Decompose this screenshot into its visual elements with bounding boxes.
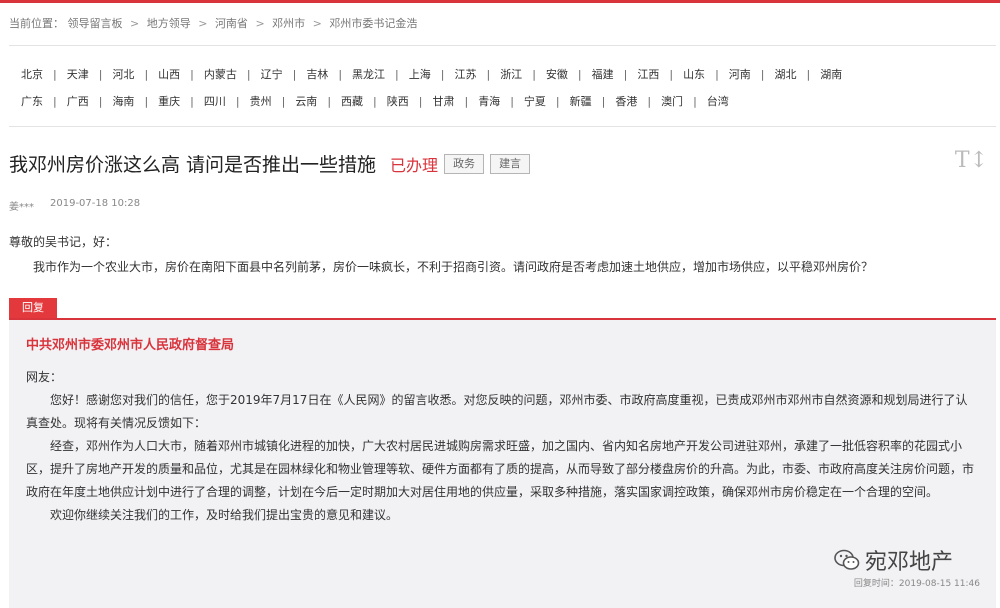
breadcrumb-item-leader-board[interactable]: 领导留言板	[68, 17, 123, 30]
message-author: 姜***	[9, 202, 34, 213]
breadcrumb-item-dengzhou[interactable]: 邓州市	[272, 17, 305, 30]
province-link[interactable]: 河南	[719, 66, 761, 82]
province-link[interactable]: 广东	[13, 93, 53, 109]
province-link[interactable]: 辽宁	[251, 66, 293, 82]
province-link[interactable]: 澳门	[651, 93, 693, 109]
watermark: 宛邓地产	[833, 544, 953, 576]
message-body: 我市作为一个农业大市，房价在南阳下面县中名列前茅，房价一味疯长，不利于招商引资。…	[33, 260, 874, 274]
province-link[interactable]: 西藏	[331, 93, 373, 109]
message-date: 2019-07-18 10:28	[50, 198, 141, 209]
province-link[interactable]: 浙江	[490, 66, 532, 82]
message-title: 我邓州房价涨这么高 请问是否推出一些措施	[9, 154, 377, 176]
top-accent-line	[0, 0, 1000, 3]
message-greeting: 尊敬的吴书记，好：	[9, 235, 118, 249]
reply-department: 中共邓州市委邓州市人民政府督查局	[26, 338, 235, 353]
breadcrumb: 当前位置： 领导留言板 > 地方领导 > 河南省 > 邓州市 > 邓州市委书记金…	[9, 15, 417, 31]
province-link[interactable]: 台湾	[697, 93, 739, 109]
breadcrumb-item-henan[interactable]: 河南省	[215, 17, 248, 30]
province-nav-row-2: 广东 | 广西 | 海南 | 重庆 | 四川 | 贵州 | 云南 | 西藏 | 陕西 | 甘肃 | 青海 | 宁夏 | 新疆 | 香…	[13, 93, 739, 109]
breadcrumb-item-party-secretary[interactable]: 邓州市委书记金浩	[329, 17, 417, 30]
province-link[interactable]: 甘肃	[422, 93, 464, 109]
reply-paragraph: 欢迎你继续关注我们的工作，及时给我们提出宝贵的意见和建议。	[50, 508, 399, 522]
reply-salutation: 网友：	[26, 370, 63, 384]
divider	[9, 126, 996, 127]
font-size-toggle-icon[interactable]: T↕	[955, 148, 988, 173]
breadcrumb-separator: >	[255, 17, 265, 30]
province-link[interactable]: 湖南	[810, 66, 852, 82]
province-link[interactable]: 北京	[13, 66, 53, 82]
breadcrumb-item-local-leaders[interactable]: 地方领导	[147, 17, 191, 30]
province-link[interactable]: 安徽	[536, 66, 578, 82]
reply-time: 回复时间：2019-08-15 11:46	[853, 579, 980, 589]
province-link[interactable]: 江西	[627, 66, 669, 82]
province-link[interactable]: 新疆	[560, 93, 602, 109]
wechat-icon	[834, 549, 860, 570]
breadcrumb-separator: >	[312, 17, 322, 30]
province-link[interactable]: 河北	[102, 66, 144, 82]
province-link[interactable]: 上海	[399, 66, 441, 82]
province-link[interactable]: 黑龙江	[342, 66, 395, 82]
province-link[interactable]: 广西	[57, 93, 99, 109]
reply-paragraph: 您好！感谢您对我们的信任，您于2019年7月17日在《人民网》的留言收悉。对您反…	[26, 393, 968, 430]
province-link[interactable]: 天津	[57, 66, 99, 82]
province-link[interactable]: 山西	[148, 66, 190, 82]
breadcrumb-label: 当前位置：	[9, 17, 64, 30]
divider	[9, 45, 996, 46]
breadcrumb-separator: >	[198, 17, 208, 30]
province-link[interactable]: 山东	[673, 66, 715, 82]
province-link[interactable]: 宁夏	[514, 93, 556, 109]
watermark-text: 宛邓地产	[865, 550, 954, 575]
message-header: 我邓州房价涨这么高 请问是否推出一些措施 已办理 政务 建言	[9, 150, 531, 177]
tag-government-affairs[interactable]: 政务	[444, 153, 485, 174]
province-link[interactable]: 贵州	[240, 93, 282, 109]
province-link[interactable]: 内蒙古	[194, 66, 247, 82]
province-link[interactable]: 青海	[468, 93, 510, 109]
breadcrumb-separator: >	[130, 17, 140, 30]
province-link[interactable]: 福建	[582, 66, 624, 82]
tag-suggestion[interactable]: 建言	[490, 153, 531, 174]
reply-paragraph: 经查，邓州作为人口大市，随着邓州市城镇化进程的加快，广大农村居民进城购房需求旺盛…	[26, 439, 975, 499]
province-link[interactable]: 重庆	[148, 93, 190, 109]
status-badge: 已办理	[390, 155, 439, 175]
province-link[interactable]: 云南	[285, 93, 327, 109]
province-link[interactable]: 四川	[194, 93, 236, 109]
province-nav-row-1: 北京 | 天津 | 河北 | 山西 | 内蒙古 | 辽宁 | 吉林 | 黑龙江 | 上海 | 江苏 | 浙江 | 安徽 | 福建…	[13, 66, 852, 82]
province-link[interactable]: 海南	[102, 93, 144, 109]
province-link[interactable]: 陕西	[377, 93, 419, 109]
reply-content: 网友： 您好！感谢您对我们的信任，您于2019年7月17日在《人民网》的留言收悉…	[26, 366, 976, 527]
reply-label: 回复	[9, 298, 57, 318]
province-link[interactable]: 江苏	[444, 66, 486, 82]
province-link[interactable]: 吉林	[296, 66, 338, 82]
province-link[interactable]: 香港	[605, 93, 647, 109]
province-link[interactable]: 湖北	[765, 66, 807, 82]
